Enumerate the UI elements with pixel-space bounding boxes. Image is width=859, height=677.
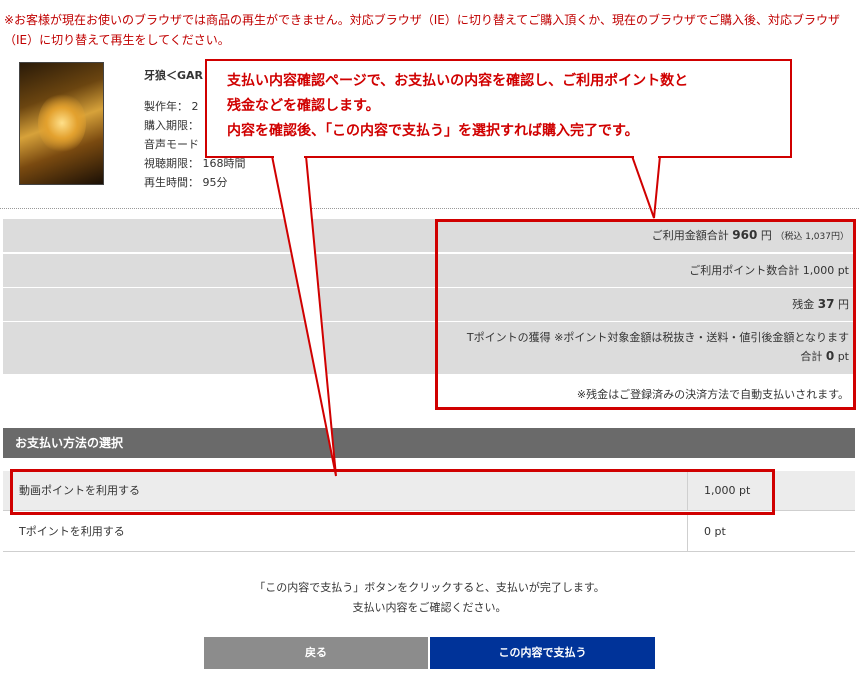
product-detail-runtime: 再生時間： 95分 bbox=[144, 176, 228, 189]
payment-video-points-label: 動画ポイントを利用する bbox=[19, 484, 140, 497]
summary-total-tax: （税込 1,037円） bbox=[775, 232, 849, 242]
payment-tpoint-value-cell: 0 pt bbox=[687, 512, 855, 552]
summary-points-row: ご利用ポイント数合計 1,000 pt bbox=[3, 254, 855, 287]
summary-balance-unit: 円 bbox=[838, 298, 849, 311]
summary-tpoint-total-unit: pt bbox=[837, 350, 849, 363]
back-button[interactable]: 戻る bbox=[204, 637, 428, 669]
pay-button[interactable]: この内容で支払う bbox=[430, 637, 655, 669]
callout-line2: 残金などを確認します。 bbox=[227, 98, 380, 114]
confirm-note-line1: 「この内容で支払う」ボタンをクリックすると、支払いが完了します。 bbox=[254, 581, 605, 594]
divider bbox=[0, 208, 859, 209]
payment-section-header: お支払い方法の選択 bbox=[3, 428, 855, 458]
payment-video-points-unit: pt bbox=[739, 484, 751, 497]
browser-warning: ※お客様が現在お使いのブラウザでは商品の再生ができません。対応ブラウザ（IE）に… bbox=[4, 13, 840, 47]
summary-balance-label: 残金 bbox=[792, 298, 815, 311]
summary-points-unit: pt bbox=[837, 264, 849, 277]
product-thumbnail[interactable] bbox=[19, 62, 104, 185]
summary-tpoint-label: Tポイントの獲得 ※ポイント対象金額は税抜き・送料・値引後金額となります bbox=[466, 331, 849, 344]
summary-total-value: 960 bbox=[732, 228, 758, 242]
payment-tpoint-label: Tポイントを利用する bbox=[19, 525, 125, 538]
summary-balance-row: 残金 37 円 bbox=[3, 288, 855, 321]
payment-tpoint-unit: pt bbox=[714, 525, 726, 538]
summary-tpoint-total-label: 合計 bbox=[800, 350, 823, 363]
summary-total-unit: 円 bbox=[760, 229, 772, 242]
payment-tpoint-value: 0 bbox=[704, 525, 711, 538]
callout-line1: 支払い内容確認ページで、お支払いの内容を確認し、ご利用ポイント数と bbox=[227, 73, 689, 89]
summary-tpoint-row: Tポイントの獲得 ※ポイント対象金額は税抜き・送料・値引後金額となります 合計 … bbox=[3, 322, 855, 374]
summary-total-row: ご利用金額合計 960 円 （税込 1,037円） bbox=[3, 219, 855, 252]
payment-video-points-value-cell: 1,000 pt bbox=[687, 471, 855, 511]
summary-points-label: ご利用ポイント数合計 bbox=[689, 264, 800, 277]
payment-video-points-value: 1,000 bbox=[704, 484, 736, 497]
summary-tpoint-total-value: 0 bbox=[825, 349, 835, 363]
thumbnail-artwork bbox=[38, 93, 86, 153]
confirm-note: 「この内容で支払う」ボタンをクリックすると、支払いが完了します。 支払い内容をご… bbox=[0, 578, 859, 618]
payment-row-tpoint[interactable]: Tポイントを利用する 0 pt bbox=[3, 512, 855, 552]
summary-total-label: ご利用金額合計 bbox=[651, 229, 729, 242]
summary-points-value: 1,000 bbox=[802, 264, 835, 277]
payment-row-video-points[interactable]: 動画ポイントを利用する 1,000 pt bbox=[3, 471, 855, 511]
confirm-note-line2: 支払い内容をご確認ください。 bbox=[352, 601, 507, 614]
summary-auto-pay-note: ※残金はご登録済みの決済方法で自動支払いされます。 bbox=[3, 380, 855, 410]
instruction-callout: 支払い内容確認ページで、お支払いの内容を確認し、ご利用ポイント数と 残金などを確… bbox=[205, 59, 792, 158]
summary-balance-value: 37 bbox=[817, 297, 835, 311]
callout-line3: 内容を確認後、「この内容で支払う」を選択すれば購入完了です。 bbox=[227, 123, 639, 139]
